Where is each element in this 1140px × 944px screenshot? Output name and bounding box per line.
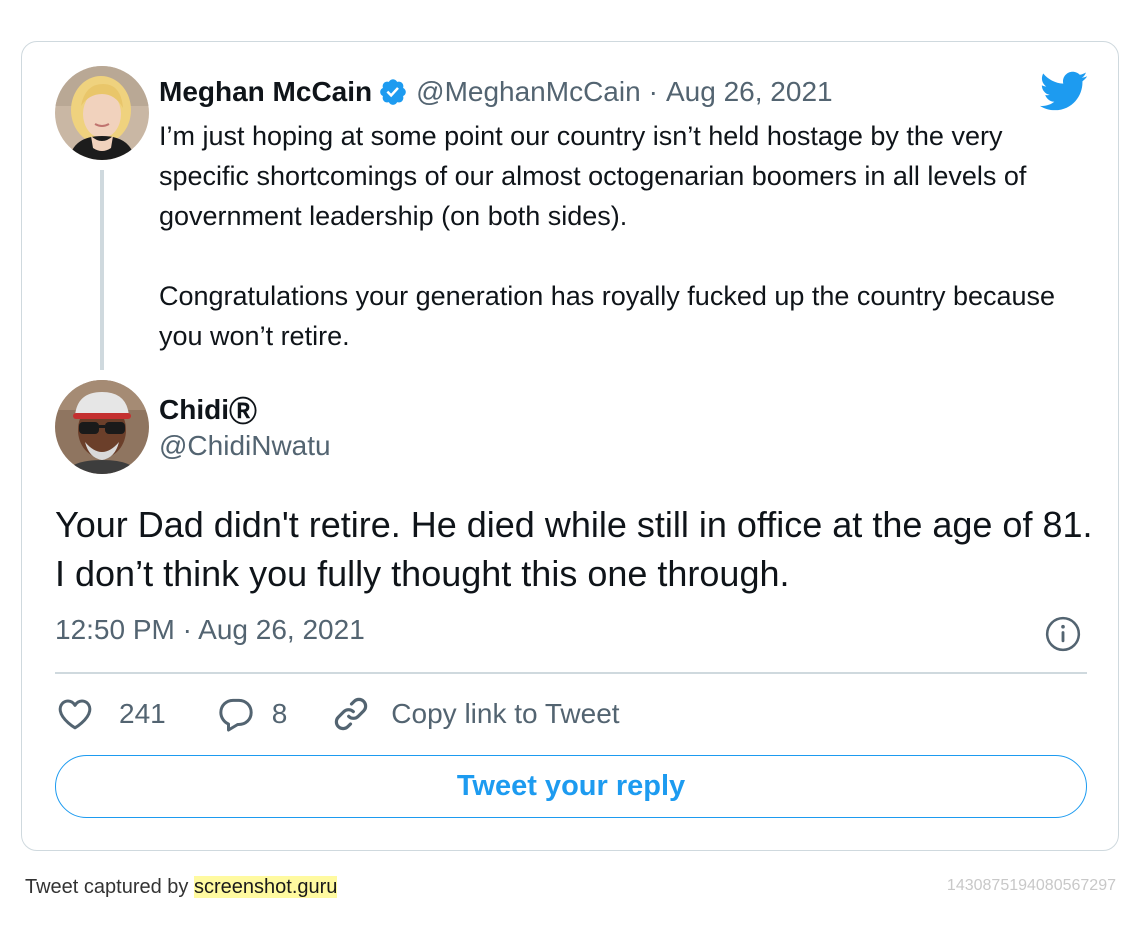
reply-button[interactable]: 8 <box>216 694 288 734</box>
main-author-name-row: Chidi Ⓡ <box>159 390 257 430</box>
tweet-your-reply-button[interactable]: Tweet your reply <box>55 755 1087 818</box>
like-button[interactable]: 241 <box>55 694 166 734</box>
twitter-bird-icon[interactable] <box>1038 70 1088 112</box>
footer-credit: Tweet captured by screenshot.guru <box>25 876 338 899</box>
quoted-author-name[interactable]: Meghan McCain <box>159 76 372 108</box>
header-separator: · <box>648 76 658 107</box>
thread-connector-line <box>100 170 104 370</box>
quoted-paragraph-2: Congratulations your generation has roya… <box>159 281 1056 351</box>
heart-icon <box>58 699 92 730</box>
like-count: 241 <box>119 698 166 729</box>
quoted-tweet-date[interactable]: Aug 26, 2021 <box>666 76 833 108</box>
quoted-paragraph-1: I’m just hoping at some point our countr… <box>159 121 1027 231</box>
copy-link-label: Copy link to Tweet <box>391 698 620 729</box>
quoted-author-handle[interactable]: @MeghanMcCain <box>416 76 641 108</box>
quoted-author-avatar[interactable] <box>55 66 149 160</box>
quoted-tweet-text: I’m just hoping at some point our countr… <box>159 116 1089 356</box>
main-tweet-text: Your Dad didn't retire. He died while st… <box>55 504 1093 594</box>
tweet-timestamp[interactable]: 12:50 PM · Aug 26, 2021 <box>55 614 365 646</box>
footer-site-link[interactable]: screenshot.guru <box>193 876 338 898</box>
tweet-card: Meghan McCain @MeghanMcCain · Aug 26, 20… <box>21 41 1119 851</box>
verified-badge-icon <box>380 79 406 105</box>
quoted-tweet-header: Meghan McCain @MeghanMcCain · Aug 26, 20… <box>159 74 833 110</box>
info-icon[interactable] <box>1044 615 1082 653</box>
registered-mark-icon: Ⓡ <box>229 396 258 427</box>
main-author-handle[interactable]: @ChidiNwatu <box>159 430 331 462</box>
reply-count: 8 <box>271 698 288 729</box>
copy-link-button[interactable]: Copy link to Tweet <box>331 694 620 734</box>
divider <box>55 672 1087 674</box>
comment-icon <box>219 698 253 732</box>
main-author-name[interactable]: Chidi <box>159 394 229 426</box>
footer-tweet-id: 1430875194080567297 <box>946 877 1116 894</box>
footer-captured-by: Tweet captured by <box>25 876 194 898</box>
tweet-actions: 241 8 Copy link to Tweet <box>55 692 620 736</box>
main-author-avatar[interactable] <box>55 380 149 474</box>
link-icon <box>335 697 368 731</box>
